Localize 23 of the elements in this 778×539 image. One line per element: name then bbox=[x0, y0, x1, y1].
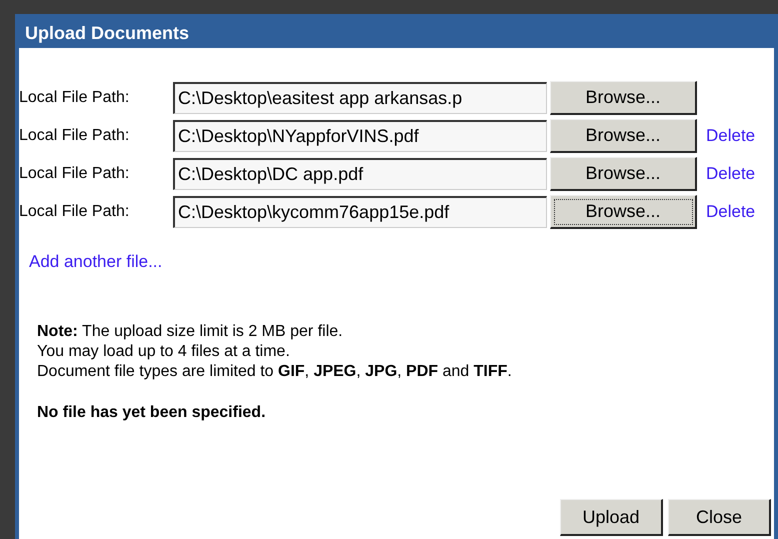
dialog-title: Upload Documents bbox=[19, 18, 774, 48]
upload-button[interactable]: Upload bbox=[560, 499, 663, 536]
note-text: Document file types are limited to GIF, JPEG, JPG, PDF and TIFF. bbox=[37, 362, 513, 382]
add-file-link[interactable]: Add another file... bbox=[29, 252, 162, 272]
note-text: You may load up to 4 files at a time. bbox=[37, 342, 291, 362]
close-button[interactable]: Close bbox=[668, 499, 771, 536]
file-path-field[interactable]: C:\Desktop\DC app.pdf bbox=[173, 158, 547, 190]
delete-link[interactable]: Delete bbox=[706, 126, 756, 146]
file-path-field[interactable]: C:\Desktop\NYappforVINS.pdf bbox=[173, 120, 547, 152]
delete-link[interactable]: Delete bbox=[706, 164, 756, 184]
browse-button[interactable]: Browse... bbox=[550, 81, 697, 115]
browse-button[interactable]: Browse... bbox=[550, 195, 697, 229]
note-text: Note: The upload size limit is 2 MB per file. bbox=[37, 322, 344, 342]
field-label: Local File Path: bbox=[19, 89, 130, 107]
status-message: No file has yet been specified. bbox=[37, 404, 267, 422]
field-label: Local File Path: bbox=[19, 165, 130, 183]
browse-button[interactable]: Browse... bbox=[550, 119, 697, 153]
field-label: Local File Path: bbox=[19, 203, 130, 221]
browse-button[interactable]: Browse... bbox=[550, 157, 697, 191]
delete-link[interactable]: Delete bbox=[706, 202, 756, 222]
file-path-field[interactable]: C:\Desktop\kycomm76app15e.pdf bbox=[173, 196, 547, 228]
file-path-field[interactable]: C:\Desktop\easitest app arkansas.p bbox=[173, 82, 547, 114]
field-label: Local File Path: bbox=[19, 127, 130, 145]
